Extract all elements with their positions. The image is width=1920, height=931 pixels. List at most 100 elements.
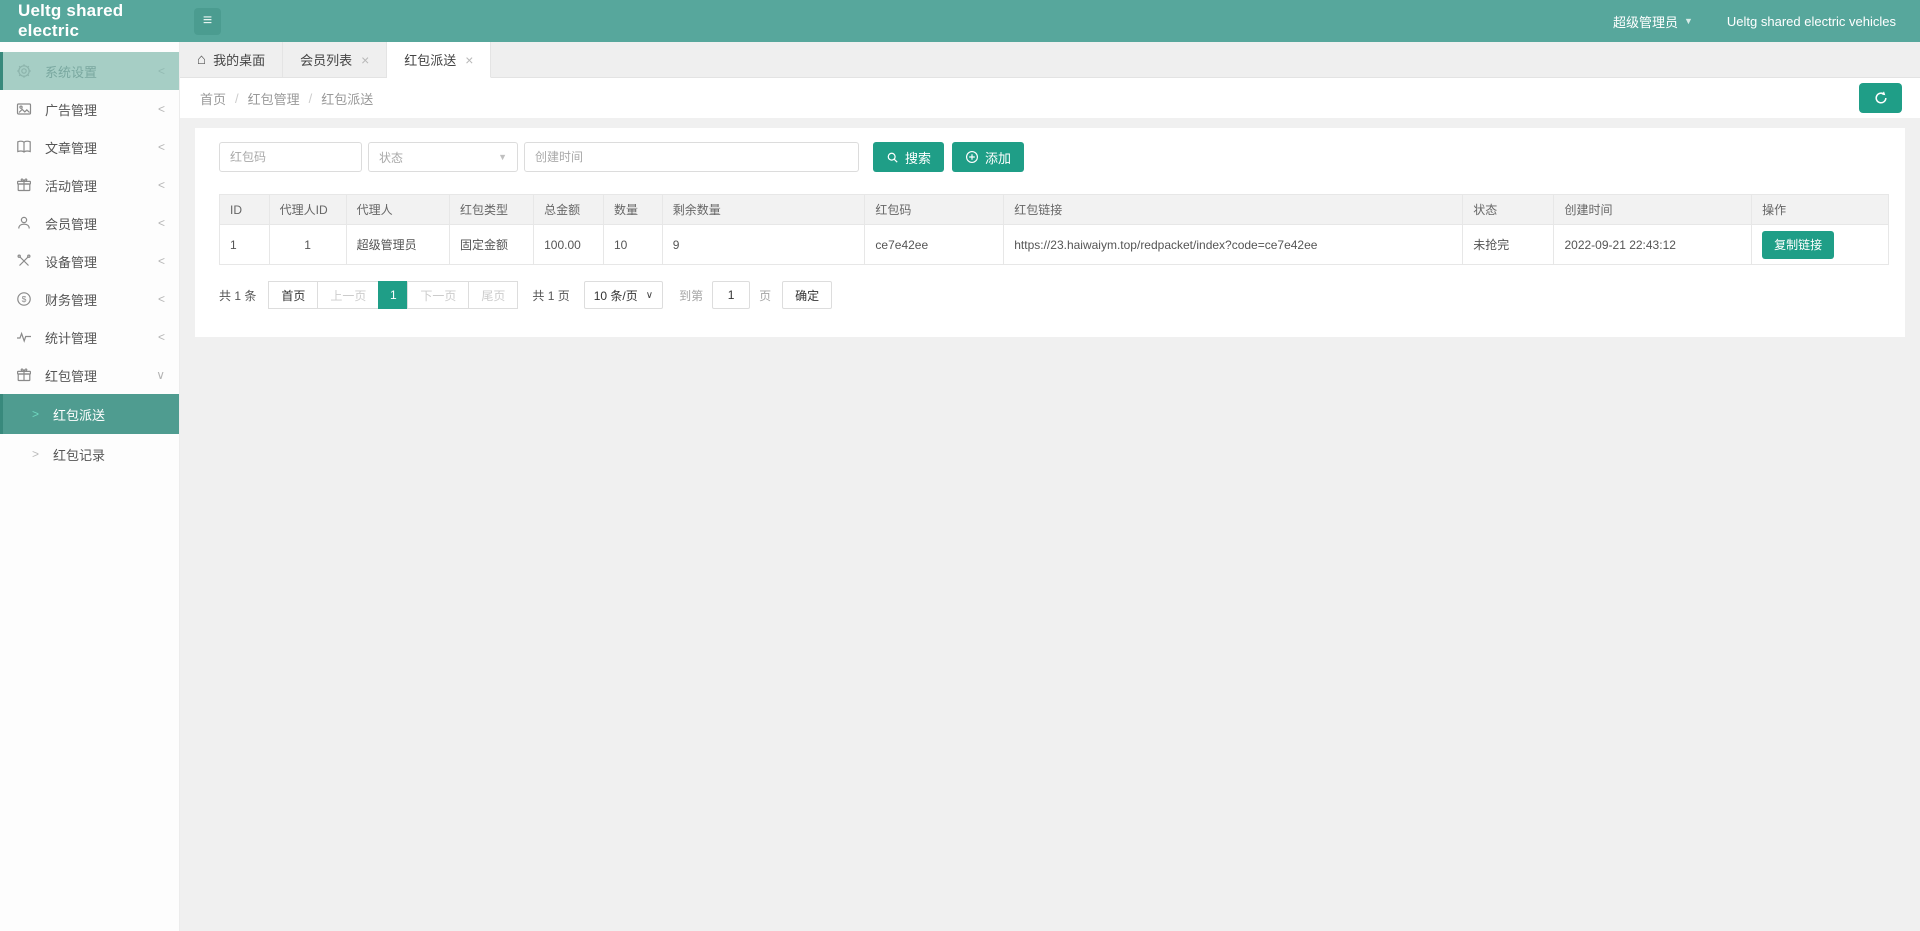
status-select-value: 状态 xyxy=(379,149,403,166)
status-select[interactable]: 状态 ▼ xyxy=(368,142,518,172)
goto-page-input[interactable] xyxy=(712,281,750,309)
prev-page-button[interactable]: 上一页 xyxy=(317,281,379,309)
cell-type: 固定金额 xyxy=(450,225,534,265)
arrow-right-icon: > xyxy=(32,447,39,461)
breadcrumb-current: 红包派送 xyxy=(321,89,373,108)
last-page-button[interactable]: 尾页 xyxy=(468,281,518,309)
plus-circle-icon xyxy=(965,150,979,164)
add-button[interactable]: 添加 xyxy=(952,142,1024,172)
chevron-down-icon: ▼ xyxy=(498,152,507,162)
sidebar-item-finance[interactable]: $ 财务管理 < xyxy=(0,280,179,318)
col-created: 创建时间 xyxy=(1554,195,1752,225)
sidebar-item-ads[interactable]: 广告管理 < xyxy=(0,90,179,128)
user-menu[interactable]: 超级管理员 ▼ xyxy=(1613,12,1693,31)
sidebar-item-label: 活动管理 xyxy=(45,176,158,195)
chevron-expanded-icon: ∨ xyxy=(156,368,165,382)
redpacket-table: ID 代理人ID 代理人 红包类型 总金额 数量 剩余数量 红包码 红包链接 状… xyxy=(219,194,1889,265)
search-button[interactable]: 搜索 xyxy=(873,142,944,172)
user-icon xyxy=(16,215,32,231)
sidebar-toggle-button[interactable]: ≡ xyxy=(194,8,221,35)
chevron-left-icon: < xyxy=(158,102,165,116)
gear-icon xyxy=(16,63,32,79)
chevron-left-icon: < xyxy=(158,330,165,344)
sidebar-subitem-redpacket-records[interactable]: > 红包记录 xyxy=(0,434,179,474)
col-type: 红包类型 xyxy=(450,195,534,225)
site-link[interactable]: Ueltg shared electric vehicles xyxy=(1727,14,1896,29)
top-header: Ueltg shared electric ≡ 超级管理员 ▼ Ueltg sh… xyxy=(0,0,1920,42)
breadcrumb-home[interactable]: 首页 xyxy=(200,89,226,108)
svg-text:$: $ xyxy=(22,294,27,304)
cell-total: 100.00 xyxy=(534,225,604,265)
chevron-left-icon: < xyxy=(158,64,165,78)
redpacket-icon xyxy=(16,367,32,383)
redpacket-code-input[interactable] xyxy=(219,142,362,172)
pulse-icon xyxy=(16,329,32,345)
cell-link: https://23.haiwaiym.top/redpacket/index?… xyxy=(1004,225,1463,265)
redpacket-panel: 状态 ▼ 搜索 添加 xyxy=(195,128,1905,337)
refresh-icon xyxy=(1873,90,1889,106)
tab-redpacket-send[interactable]: 红包派送 × xyxy=(387,42,491,78)
per-page-select[interactable]: 10 条/页 ∨ xyxy=(584,281,663,309)
per-page-value: 10 条/页 xyxy=(594,287,638,304)
cell-id: 1 xyxy=(220,225,270,265)
breadcrumb-separator: / xyxy=(235,91,239,106)
cell-agent: 超级管理员 xyxy=(346,225,449,265)
search-icon xyxy=(886,151,899,164)
sidebar-item-redpacket[interactable]: 红包管理 ∨ xyxy=(0,356,179,394)
main-area: ⌂ 我的桌面 会员列表 × 红包派送 × 首页 / 红包管理 / 红包派送 xyxy=(180,42,1920,931)
col-count: 数量 xyxy=(604,195,663,225)
tab-bar: ⌂ 我的桌面 会员列表 × 红包派送 × xyxy=(180,42,1920,78)
col-total: 总金额 xyxy=(534,195,604,225)
breadcrumb-separator: / xyxy=(309,91,313,106)
col-agent: 代理人 xyxy=(346,195,449,225)
active-indicator xyxy=(0,394,3,434)
copy-link-button[interactable]: 复制链接 xyxy=(1762,231,1834,259)
tab-label: 会员列表 xyxy=(300,50,352,69)
sidebar-item-statistics[interactable]: 统计管理 < xyxy=(0,318,179,356)
table-header-row: ID 代理人ID 代理人 红包类型 总金额 数量 剩余数量 红包码 红包链接 状… xyxy=(220,195,1889,225)
sidebar: 系统设置 < 广告管理 < 文章管理 < 活动管理 < 会员管理 < xyxy=(0,42,180,931)
tab-my-desktop[interactable]: ⌂ 我的桌面 xyxy=(180,42,283,77)
image-icon xyxy=(16,101,32,117)
sidebar-item-label: 会员管理 xyxy=(45,214,158,233)
book-icon xyxy=(16,139,32,155)
dollar-icon: $ xyxy=(16,291,32,307)
sidebar-item-articles[interactable]: 文章管理 < xyxy=(0,128,179,166)
tab-label: 我的桌面 xyxy=(213,50,265,69)
created-time-input[interactable] xyxy=(524,142,859,172)
chevron-left-icon: < xyxy=(158,292,165,306)
sidebar-item-activities[interactable]: 活动管理 < xyxy=(0,166,179,204)
refresh-button[interactable] xyxy=(1859,83,1902,113)
col-link: 红包链接 xyxy=(1004,195,1463,225)
cell-created: 2022-09-21 22:43:12 xyxy=(1554,225,1752,265)
search-toolbar: 状态 ▼ 搜索 添加 xyxy=(219,142,1889,172)
close-icon[interactable]: × xyxy=(465,52,473,68)
first-page-button[interactable]: 首页 xyxy=(268,281,318,309)
table-row: 1 1 超级管理员 固定金额 100.00 10 9 ce7e42ee http… xyxy=(220,225,1889,265)
home-icon: ⌂ xyxy=(197,51,206,68)
cell-status: 未抢完 xyxy=(1463,225,1554,265)
sidebar-item-label: 系统设置 xyxy=(45,62,158,81)
chevron-down-icon: ∨ xyxy=(646,290,653,301)
col-code: 红包码 xyxy=(865,195,1004,225)
sidebar-item-system-settings[interactable]: 系统设置 < xyxy=(0,52,179,90)
sidebar-item-label: 红包管理 xyxy=(45,366,156,385)
sidebar-subitem-label: 红包派送 xyxy=(53,405,105,424)
sidebar-item-members[interactable]: 会员管理 < xyxy=(0,204,179,242)
col-status: 状态 xyxy=(1463,195,1554,225)
next-page-button[interactable]: 下一页 xyxy=(407,281,469,309)
confirm-button[interactable]: 确定 xyxy=(782,281,832,309)
tab-member-list[interactable]: 会员列表 × xyxy=(283,42,387,77)
total-pages-label: 共 1 页 xyxy=(532,287,569,304)
chevron-down-icon: ▼ xyxy=(1684,16,1693,26)
tab-label: 红包派送 xyxy=(404,50,456,69)
sidebar-item-devices[interactable]: 设备管理 < xyxy=(0,242,179,280)
sidebar-item-label: 统计管理 xyxy=(45,328,158,347)
goto-page-label: 到第 xyxy=(679,287,703,304)
cell-count: 10 xyxy=(604,225,663,265)
breadcrumb-section[interactable]: 红包管理 xyxy=(248,89,300,108)
close-icon[interactable]: × xyxy=(361,52,369,68)
pagination: 共 1 条 首页 上一页 1 下一页 尾页 共 1 页 10 条/页 ∨ 到第 … xyxy=(219,281,1889,309)
current-page-button[interactable]: 1 xyxy=(378,281,408,309)
sidebar-subitem-redpacket-send[interactable]: > 红包派送 xyxy=(0,394,179,434)
